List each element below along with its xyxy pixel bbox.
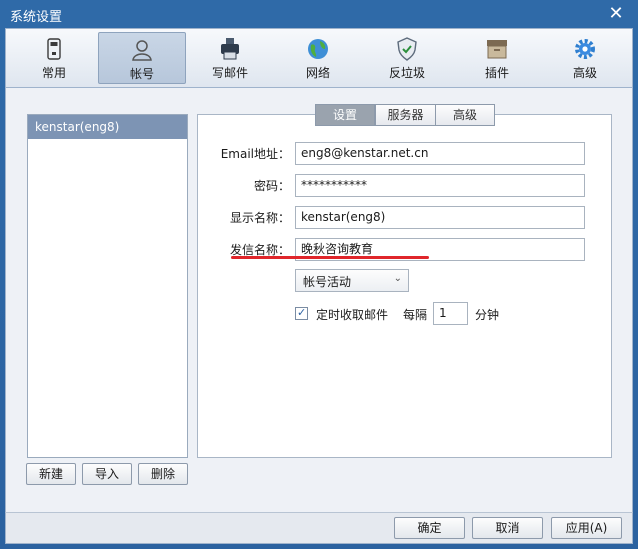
import-account-button[interactable]: 导入 — [82, 463, 132, 485]
tab-server[interactable]: 服务器 — [375, 104, 436, 126]
toolbar-label: 高级 — [572, 66, 597, 80]
shield-icon — [397, 37, 417, 61]
email-field[interactable]: eng8@kenstar.net.cn — [295, 142, 585, 165]
cancel-button[interactable]: 取消 — [472, 517, 543, 539]
toolbar-item-general[interactable]: 常用 — [10, 32, 98, 84]
settings-content: kenstar(eng8) 新建 导入 删除 Email地址： eng8@ken… — [5, 88, 633, 512]
highlight-underline — [231, 256, 429, 259]
category-toolbar: 常用 帐号 写邮件 网络 反垃圾 插件 高级 — [5, 28, 633, 88]
account-settings-panel: Email地址： eng8@kenstar.net.cn 密码： *******… — [197, 114, 612, 458]
display-name-field[interactable]: kenstar(eng8) — [295, 206, 585, 229]
window-title: 系统设置 — [10, 10, 63, 25]
interval-input[interactable]: 1 — [433, 302, 468, 325]
toolbar-item-account[interactable]: 帐号 — [98, 32, 186, 84]
list-item[interactable]: kenstar(eng8) — [28, 115, 187, 139]
toolbar-label: 反垃圾 — [388, 66, 425, 80]
new-account-button[interactable]: 新建 — [26, 463, 76, 485]
toolbar-item-network[interactable]: 网络 — [274, 32, 362, 84]
auto-fetch-label: 定时收取邮件 — [316, 308, 389, 322]
close-icon[interactable]: ✕ — [606, 4, 626, 24]
apply-button[interactable]: 应用(A) — [551, 517, 622, 539]
toolbar-item-advanced[interactable]: 高级 — [541, 32, 629, 84]
interval-label: 每隔 — [403, 308, 428, 322]
dialog-footer: 确定 取消 应用(A) — [5, 512, 633, 544]
account-list: kenstar(eng8) — [27, 114, 188, 458]
phone-icon — [47, 38, 61, 60]
delete-account-button[interactable]: 删除 — [138, 463, 188, 485]
account-status-select[interactable]: 帐号活动 ⌄ — [295, 269, 409, 292]
account-status-value: 帐号活动 — [303, 275, 352, 289]
checkmark-icon: ✓ — [297, 306, 307, 319]
password-field[interactable]: *********** — [295, 174, 585, 197]
title-bar: 系统设置 ✕ — [0, 0, 638, 28]
toolbar-label: 插件 — [484, 66, 509, 80]
email-label: Email地址： — [220, 147, 290, 161]
tab-settings[interactable]: 设置 — [315, 104, 375, 126]
auto-fetch-checkbox[interactable]: ✓ — [295, 306, 308, 320]
user-icon — [132, 40, 152, 61]
ok-button[interactable]: 确定 — [394, 517, 465, 539]
toolbar-label: 常用 — [41, 66, 66, 80]
toolbar-item-compose[interactable]: 写邮件 — [186, 32, 274, 84]
interval-unit: 分钟 — [475, 308, 500, 322]
gear-icon — [575, 39, 595, 59]
globe-icon — [308, 39, 328, 59]
toolbar-item-antispam[interactable]: 反垃圾 — [363, 32, 451, 84]
toolbar-label: 网络 — [305, 66, 330, 80]
box-icon — [487, 40, 507, 59]
printer-icon — [221, 38, 239, 60]
settings-window: 系统设置 ✕ 常用 帐号 写邮件 网络 反垃圾 插件 高级 kenstar(en… — [0, 0, 638, 549]
toolbar-item-plugins[interactable]: 插件 — [453, 32, 541, 84]
toolbar-label: 帐号 — [129, 67, 154, 81]
chevron-down-icon: ⌄ — [393, 273, 402, 284]
toolbar-label: 写邮件 — [211, 66, 248, 80]
tab-advanced[interactable]: 高级 — [435, 104, 495, 126]
display-name-label: 显示名称： — [229, 211, 290, 225]
password-label: 密码： — [253, 179, 290, 193]
